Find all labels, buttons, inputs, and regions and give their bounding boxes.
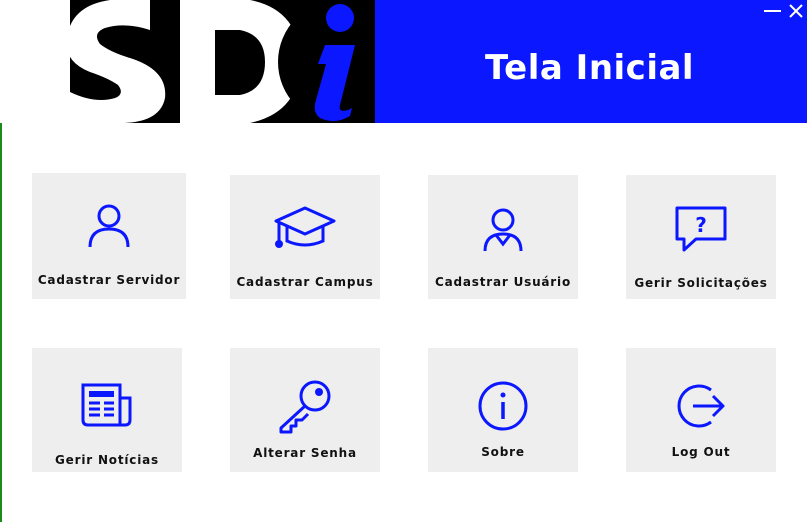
tile-label: Cadastrar Usuário <box>435 275 571 289</box>
user-badge-icon <box>483 208 523 252</box>
gerir-noticias-button[interactable]: Gerir Notícias <box>32 348 182 472</box>
sobre-button[interactable]: Sobre <box>428 348 578 472</box>
cadastrar-servidor-button[interactable]: Cadastrar Servidor <box>32 173 186 299</box>
svg-text:?: ? <box>695 213 707 237</box>
header: Tela Inicial <box>0 0 807 123</box>
question-bubble-icon: ? <box>675 206 727 252</box>
alterar-senha-button[interactable]: Alterar Senha <box>230 348 380 472</box>
log-out-button[interactable]: Log Out <box>626 348 776 472</box>
info-icon <box>478 381 528 431</box>
cadastrar-campus-button[interactable]: Cadastrar Campus <box>230 175 380 299</box>
graduation-cap-icon <box>274 206 336 248</box>
window-edge <box>0 123 2 522</box>
logo <box>0 0 400 123</box>
page-title: Tela Inicial <box>485 48 695 88</box>
tile-label: Sobre <box>481 445 525 459</box>
tile-label: Alterar Senha <box>253 446 357 460</box>
tile-label: Gerir Notícias <box>55 453 159 467</box>
close-button[interactable] <box>787 2 805 20</box>
cadastrar-usuario-button[interactable]: Cadastrar Usuário <box>428 175 578 299</box>
tile-label: Cadastrar Servidor <box>37 273 181 287</box>
gerir-solicitacoes-button[interactable]: ? Gerir Solicitações <box>626 175 776 299</box>
logo-graphic <box>66 0 400 123</box>
tile-label: Log Out <box>671 445 731 459</box>
tile-label: Cadastrar Campus <box>236 275 374 289</box>
logout-icon <box>677 384 725 428</box>
key-icon <box>279 380 331 434</box>
close-icon <box>789 4 803 18</box>
tile-label: Gerir Solicitações <box>634 276 768 290</box>
minimize-button[interactable] <box>762 2 782 20</box>
newspaper-icon <box>81 383 132 427</box>
user-icon <box>88 204 130 248</box>
